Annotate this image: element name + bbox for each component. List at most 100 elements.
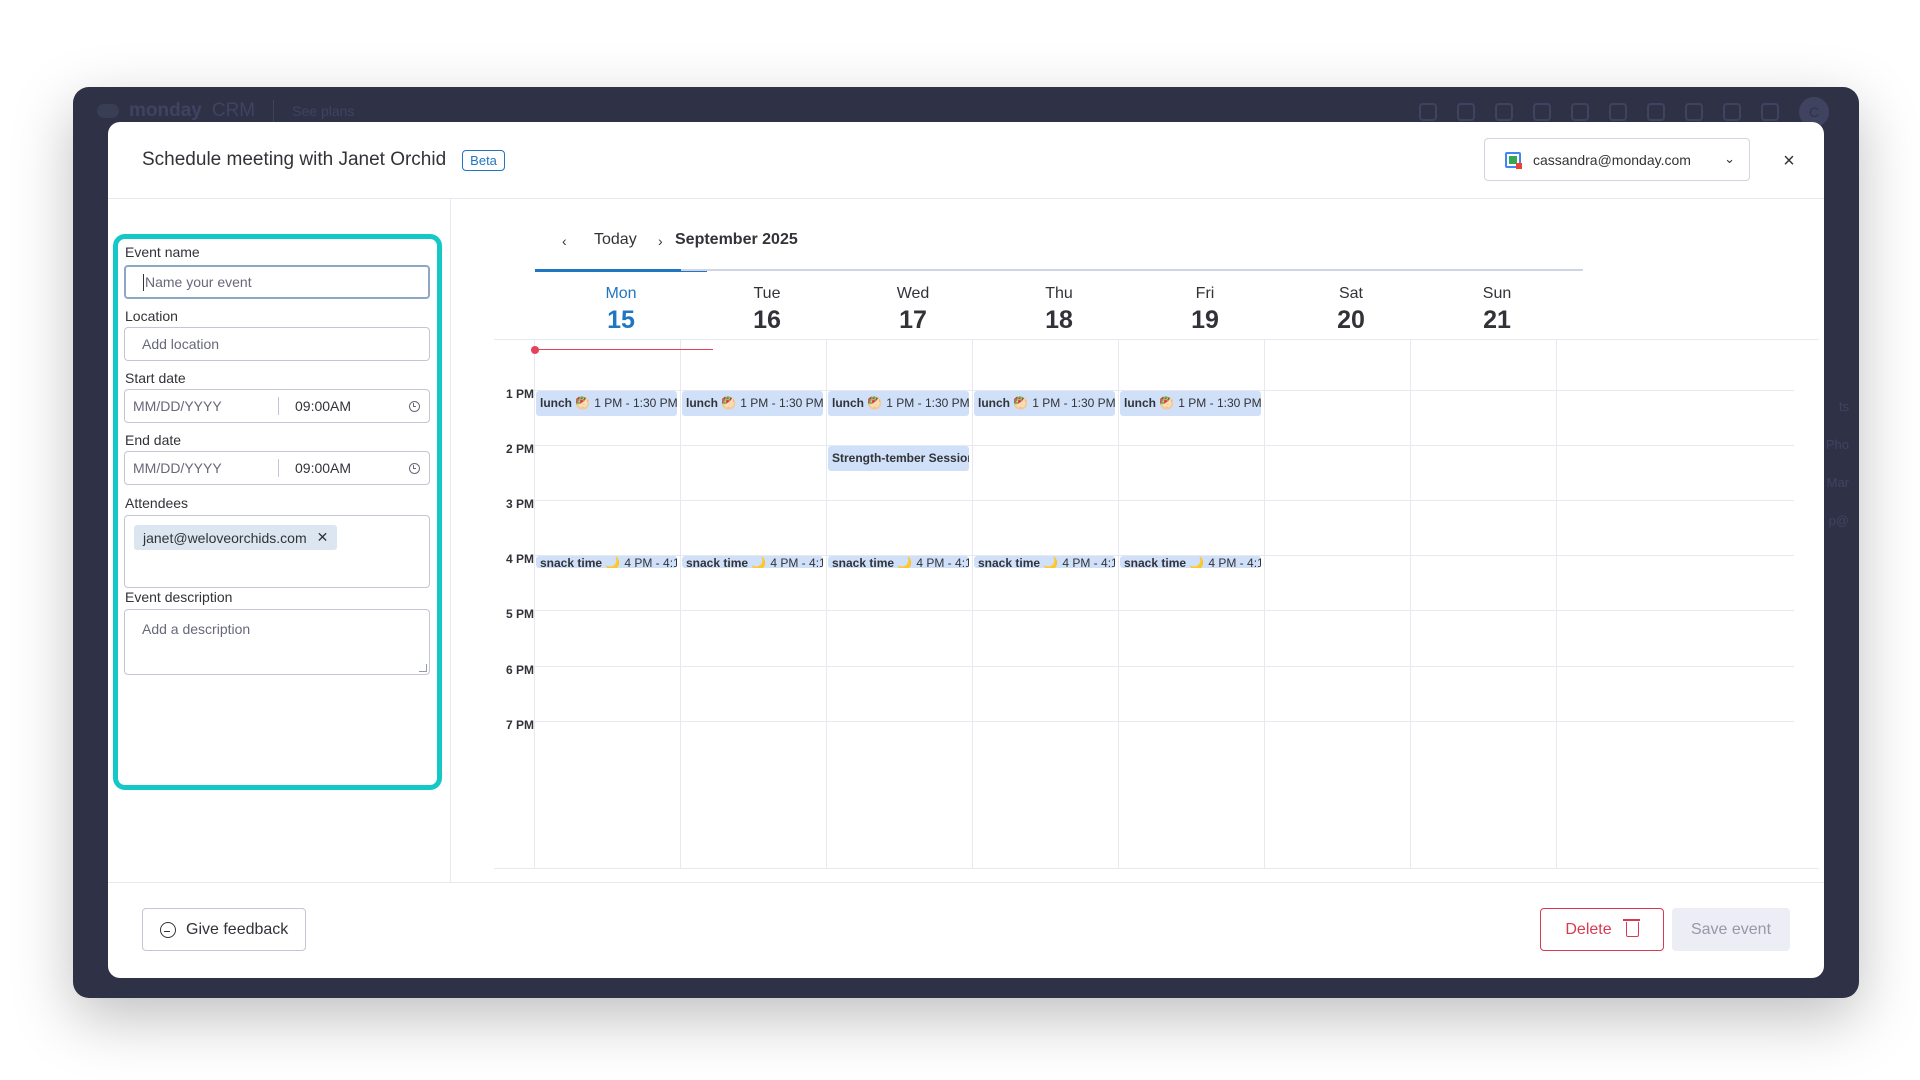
- event-lunch[interactable]: lunch 🥙 1 PM - 1:30 PM: [974, 391, 1115, 416]
- event-title: snack time: [1124, 556, 1187, 568]
- delete-button[interactable]: Delete: [1540, 908, 1664, 951]
- event-emoji: 🥙: [1159, 396, 1175, 410]
- grid-column-line: [1118, 340, 1119, 868]
- clock-icon[interactable]: [409, 400, 420, 412]
- inbox-icon[interactable]: [1457, 103, 1475, 121]
- event-time: 1 PM - 1:30 PM: [1178, 396, 1261, 410]
- apps-icon[interactable]: [1533, 103, 1551, 121]
- event-description-textarea[interactable]: Add a description: [124, 609, 430, 675]
- heart-icon[interactable]: [1723, 103, 1741, 121]
- topbar-divider: [273, 100, 275, 122]
- grid-row-line: [534, 445, 1794, 446]
- settings-icon[interactable]: [1609, 103, 1627, 121]
- app-product: CRM: [211, 100, 256, 121]
- grid-row-line: [534, 500, 1794, 501]
- grid-row-line: [534, 610, 1794, 611]
- location-input[interactable]: Add location: [124, 327, 430, 361]
- current-time-dot: [531, 346, 539, 354]
- event-time: 1 PM - 1:30 PM: [740, 396, 823, 410]
- event-title: lunch: [686, 396, 718, 410]
- attendee-chip: janet@weloveorchids.com ✕: [134, 525, 338, 550]
- end-time-input[interactable]: 09:00AM: [279, 460, 409, 476]
- chevron-left-icon[interactable]: ‹: [562, 233, 567, 249]
- attendee-email: janet@weloveorchids.com: [143, 529, 307, 546]
- today-button[interactable]: Today: [594, 231, 637, 249]
- integrations-icon[interactable]: [1571, 103, 1589, 121]
- modal-footer: Give feedback Delete Save event: [108, 882, 1824, 978]
- event-time: 4 PM - 4:15 PM: [770, 556, 823, 568]
- delete-label: Delete: [1565, 920, 1612, 938]
- event-title: lunch: [978, 396, 1010, 410]
- monday-logo-icon: [97, 104, 119, 118]
- attendees-label: Attendees: [125, 495, 189, 511]
- start-date-field: MM/DD/YYYY 09:00AM: [124, 389, 430, 423]
- hour-label: 4 PM: [505, 552, 534, 566]
- grid-column-line: [826, 340, 827, 868]
- event-snack-time[interactable]: snack time 🌙4 PM - 4:15 PM: [974, 556, 1115, 568]
- calendar-navigation: ‹ Today › September 2025: [451, 199, 1824, 269]
- modal-title: Schedule meeting with Janet Orchid: [142, 149, 447, 170]
- event-time: 4 PM - 4:15 PM: [916, 556, 969, 568]
- save-event-button[interactable]: Save event: [1672, 908, 1790, 951]
- start-date-input[interactable]: MM/DD/YYYY: [125, 397, 279, 415]
- event-strength-sessions[interactable]: Strength-tember Sessions: S: [828, 446, 969, 471]
- resize-handle-icon[interactable]: [419, 664, 427, 672]
- clock-icon[interactable]: [409, 462, 420, 474]
- event-snack-time[interactable]: snack time 🌙4 PM - 4:15 PM: [682, 556, 823, 568]
- event-title: lunch: [540, 396, 572, 410]
- event-lunch[interactable]: lunch 🥙 1 PM - 1:30 PM: [682, 391, 823, 416]
- close-icon: ×: [1783, 149, 1795, 172]
- event-emoji: 🥙: [575, 396, 591, 410]
- event-name-input[interactable]: Name your event: [124, 265, 430, 299]
- event-emoji: 🌙: [1043, 556, 1059, 568]
- close-button[interactable]: ×: [1774, 146, 1804, 176]
- event-emoji: 🥙: [867, 396, 883, 410]
- help-icon[interactable]: [1685, 103, 1703, 121]
- search-icon[interactable]: [1647, 103, 1665, 121]
- see-plans-link[interactable]: See plans: [292, 103, 354, 119]
- grid-icon[interactable]: [1761, 103, 1779, 121]
- event-lunch[interactable]: lunch 🥙 1 PM - 1:30 PM: [536, 391, 677, 416]
- start-date-label: Start date: [125, 370, 186, 386]
- schedule-meeting-modal: Schedule meeting with Janet Orchid Beta …: [108, 122, 1824, 978]
- bell-icon[interactable]: [1419, 103, 1437, 121]
- modal-header: Schedule meeting with Janet Orchid Beta …: [108, 122, 1824, 199]
- event-name-placeholder: Name your event: [145, 274, 252, 290]
- event-snack-time[interactable]: snack time 🌙4 PM - 4:15 PM: [1120, 556, 1261, 568]
- description-placeholder: Add a description: [142, 621, 251, 637]
- event-lunch[interactable]: lunch 🥙 1 PM - 1:30 PM: [828, 391, 969, 416]
- event-emoji: 🌙: [751, 556, 767, 568]
- event-time: 4 PM - 4:15 PM: [624, 556, 677, 568]
- event-emoji: 🌙: [1189, 556, 1205, 568]
- grid-column-line: [972, 340, 973, 868]
- give-feedback-button[interactable]: Give feedback: [142, 908, 307, 951]
- end-date-input[interactable]: MM/DD/YYYY: [125, 459, 279, 477]
- event-name-label: Event name: [125, 244, 200, 260]
- event-lunch[interactable]: lunch 🥙 1 PM - 1:30 PM: [1120, 391, 1261, 416]
- event-emoji: 🌙: [605, 556, 621, 568]
- event-title: snack time: [540, 556, 603, 568]
- current-time-line: [534, 349, 713, 350]
- chevron-right-icon[interactable]: ›: [658, 233, 663, 249]
- location-label: Location: [125, 308, 178, 324]
- event-description-label: Event description: [125, 589, 233, 605]
- event-snack-time[interactable]: snack time 🌙4 PM - 4:15 PM: [828, 556, 969, 568]
- account-dropdown[interactable]: cassandra@monday.com ⌄: [1484, 138, 1750, 181]
- hour-label: 7 PM: [505, 718, 534, 732]
- background-text: Mar: [1826, 475, 1849, 490]
- event-title: lunch: [832, 396, 864, 410]
- invite-icon[interactable]: [1495, 103, 1513, 121]
- attendees-input[interactable]: janet@weloveorchids.com ✕: [124, 515, 430, 588]
- hour-label: 3 PM: [505, 497, 534, 511]
- event-time: 4 PM - 4:15 PM: [1062, 556, 1115, 568]
- remove-attendee-icon[interactable]: ✕: [317, 529, 329, 546]
- event-emoji: 🥙: [1013, 396, 1029, 410]
- hour-label: 6 PM: [505, 663, 534, 677]
- event-time: 1 PM - 1:30 PM: [1032, 396, 1115, 410]
- start-time-input[interactable]: 09:00AM: [279, 398, 409, 414]
- event-snack-time[interactable]: snack time 🌙4 PM - 4:15 PM: [536, 556, 677, 568]
- event-title: snack time: [686, 556, 749, 568]
- event-time: 4 PM - 4:15 PM: [1208, 556, 1261, 568]
- background-text: Pho: [1825, 437, 1849, 452]
- time-grid[interactable]: 1 PM 2 PM 3 PM 4 PM 5 PM 6 PM 7 PM lunch…: [494, 339, 1819, 869]
